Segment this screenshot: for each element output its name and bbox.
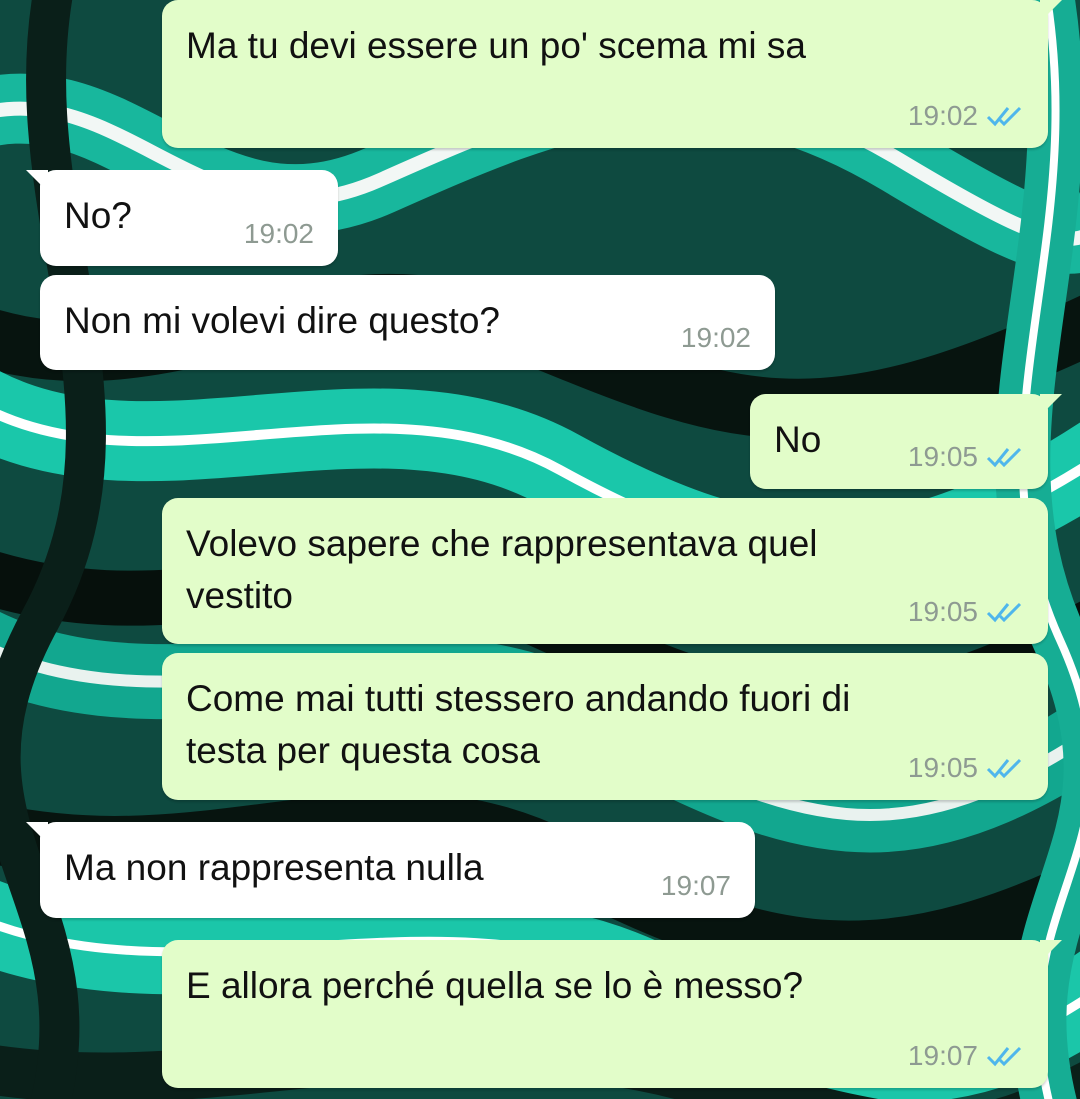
message-time: 19:05 (907, 596, 978, 627)
message-text: E allora perché quella se lo è messo? (186, 965, 804, 1006)
message-text: Volevo sapere che rappresentava quel ves… (186, 523, 818, 616)
double-check-read-icon (986, 1046, 1022, 1067)
outgoing-message-bubble[interactable]: Come mai tutti stessero andando fuori di… (162, 653, 1048, 800)
bubble-tail (1040, 394, 1062, 416)
message-text: No? (64, 195, 132, 236)
double-check-read-icon (986, 447, 1022, 468)
message-meta: 19:07 (661, 870, 731, 902)
incoming-message-bubble[interactable]: Ma non rappresenta nulla 19:07 (26, 822, 755, 918)
outgoing-message-bubble[interactable]: Ma tu devi essere un po' scema mi sa 19:… (162, 0, 1062, 148)
outgoing-message-bubble[interactable]: Volevo sapere che rappresentava quel ves… (162, 498, 1048, 644)
message-meta: 19:05 (908, 596, 1024, 628)
chat-message-list[interactable]: Ma tu devi essere un po' scema mi sa 19:… (0, 0, 1080, 1099)
double-check-read-icon (986, 602, 1022, 623)
message-meta: 19:07 (908, 1040, 1024, 1072)
message-text: Non mi volevi dire questo? (64, 300, 500, 341)
message-time: 19:07 (660, 870, 731, 901)
message-time: 19:05 (907, 441, 978, 472)
incoming-message-bubble[interactable]: No? 19:02 (26, 170, 338, 266)
message-time: 19:05 (907, 752, 978, 783)
bubble-tail (26, 170, 48, 192)
message-meta: 19:02 (244, 218, 314, 250)
bubble-tail (1040, 940, 1062, 962)
message-text: No (774, 419, 822, 460)
message-time: 19:07 (907, 1040, 978, 1071)
message-time: 19:02 (243, 218, 314, 249)
message-meta: 19:05 (908, 752, 1024, 784)
message-time: 19:02 (680, 322, 751, 353)
double-check-read-icon (986, 758, 1022, 779)
message-meta: 19:02 (908, 100, 1024, 132)
message-meta: 19:02 (681, 322, 751, 354)
outgoing-message-bubble[interactable]: E allora perché quella se lo è messo? 19… (162, 940, 1062, 1088)
double-check-read-icon (986, 106, 1022, 127)
message-time: 19:02 (907, 100, 978, 131)
message-text: Ma tu devi essere un po' scema mi sa (186, 25, 806, 66)
bubble-tail (26, 822, 48, 844)
incoming-message-bubble[interactable]: Non mi volevi dire questo? 19:02 (40, 275, 775, 370)
message-text: Ma non rappresenta nulla (64, 847, 484, 888)
message-meta: 19:05 (908, 441, 1024, 473)
message-text: Come mai tutti stessero andando fuori di… (186, 678, 851, 771)
outgoing-message-bubble[interactable]: No 19:05 (750, 394, 1062, 489)
bubble-tail (1040, 0, 1062, 22)
